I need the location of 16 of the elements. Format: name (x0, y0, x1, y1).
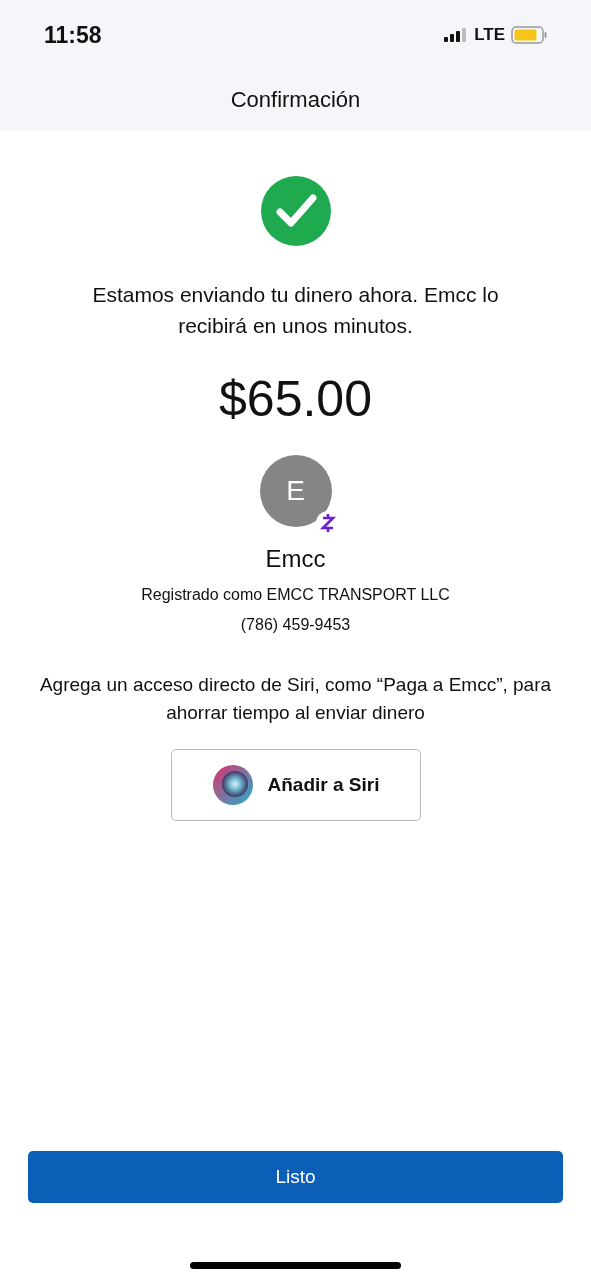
signal-icon (444, 28, 469, 42)
add-to-siri-button[interactable]: Añadir a Siri (170, 749, 421, 821)
registered-name: Registrado como EMCC TRANSPORT LLC (141, 585, 450, 605)
siri-prompt: Agrega un acceso directo de Siri, como “Paga a Emcc”, para ahorrar tiempo al enviar dinero (38, 673, 553, 725)
confirmation-message: Estamos enviando tu dinero ahora. Emcc lo recibirá en unos minutos. (91, 282, 500, 339)
battery-icon (511, 26, 547, 44)
amount: $65.00 (219, 370, 372, 429)
header-title: Confirmación (230, 86, 361, 114)
recipient-phone: (786) 459-9453 (240, 615, 351, 635)
recipient-avatar: E (259, 455, 332, 527)
siri-icon (211, 764, 254, 806)
network-label: LTE (474, 24, 505, 47)
check-icon (259, 175, 332, 247)
status-time: 11:58 (44, 20, 102, 50)
recipient-name: Emcc (265, 544, 326, 574)
done-button[interactable]: Listo (28, 1151, 563, 1203)
